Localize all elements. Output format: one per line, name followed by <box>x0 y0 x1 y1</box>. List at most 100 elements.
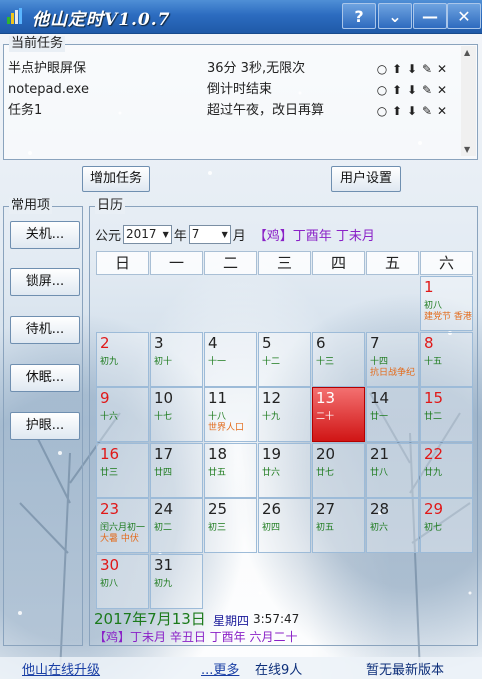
edit-pencil-icon[interactable]: ✎ <box>421 62 433 76</box>
calendar-day[interactable]: 20 廿七 <box>312 442 365 498</box>
calendar-day[interactable]: 7 十四 抗日战争纪 <box>366 331 419 387</box>
toggle-circle-icon[interactable]: ○ <box>376 104 388 118</box>
day-number: 22 <box>424 444 444 463</box>
user-settings-button[interactable]: 用户设置 <box>331 166 401 192</box>
calendar-day[interactable]: 28 初六 <box>366 498 419 553</box>
task-list-scrollbar[interactable]: ▲ ▼ <box>461 46 476 156</box>
task-row[interactable]: notepad.exe 倒计时结束 ○ ⬆ ⬇ ✎ ✕ <box>8 80 468 100</box>
add-task-button[interactable]: 增加任务 <box>82 166 150 192</box>
move-up-icon[interactable]: ⬆ <box>391 104 403 118</box>
clock: 3:57:47 <box>253 612 300 626</box>
calendar-day[interactable]: 12 十九 <box>258 387 311 442</box>
hibernate-button[interactable]: 休眠... <box>10 364 80 392</box>
day-number: 16 <box>100 444 120 463</box>
lunar-day: 初四 <box>262 523 281 533</box>
edit-pencil-icon[interactable]: ✎ <box>421 104 433 118</box>
task-status: 36分 3秒,无限次 <box>207 61 306 76</box>
lunar-day: 十六 <box>100 412 119 422</box>
day-number: 17 <box>154 444 174 463</box>
task-row[interactable]: 半点护眼屏保 36分 3秒,无限次 ○ ⬆ ⬇ ✎ ✕ <box>8 59 468 79</box>
calendar-day[interactable]: 16 廿三 <box>96 442 149 498</box>
minimize-button[interactable]: — <box>413 3 447 29</box>
day-number: 9 <box>100 389 110 407</box>
close-button[interactable]: ✕ <box>447 3 481 29</box>
delete-icon[interactable]: ✕ <box>436 62 448 76</box>
move-down-icon[interactable]: ⬇ <box>406 83 418 97</box>
calendar-day[interactable]: 4 十一 <box>204 331 257 387</box>
calendar-day-today[interactable]: 13 二十 <box>312 387 365 442</box>
move-down-icon[interactable]: ⬇ <box>406 62 418 76</box>
calendar-day[interactable]: 8 十五 <box>420 331 473 387</box>
day-number: 12 <box>262 389 282 407</box>
title-bar[interactable]: 他山定时V1.0.7 ? ⌄ — ✕ <box>0 0 482 34</box>
delete-icon[interactable]: ✕ <box>436 104 448 118</box>
weekday-header: 二 <box>204 251 257 275</box>
eye-care-button[interactable]: 护眼... <box>10 412 80 440</box>
current-tasks-group: 当前任务 半点护眼屏保 36分 3秒,无限次 ○ ⬆ ⬇ ✎ ✕ notepad.exe 倒计时… <box>3 36 478 160</box>
day-number: 5 <box>262 333 272 352</box>
day-number: 25 <box>208 500 228 518</box>
calendar-day[interactable]: 6 十三 <box>312 331 365 387</box>
calendar-day[interactable]: 15 廿二 <box>420 387 473 442</box>
calendar-day[interactable]: 17 廿四 <box>150 442 203 498</box>
day-number: 19 <box>262 444 282 463</box>
lunar-day: 二十 <box>316 412 335 422</box>
calendar-day[interactable]: 25 初三 <box>204 498 257 553</box>
calendar-day[interactable]: 24 初二 <box>150 498 203 553</box>
move-up-icon[interactable]: ⬆ <box>391 83 403 97</box>
month-suffix: 月 <box>232 229 246 244</box>
calendar-day[interactable]: 2 初九 <box>96 331 149 387</box>
move-up-icon[interactable]: ⬆ <box>391 62 403 76</box>
delete-icon[interactable]: ✕ <box>436 83 448 97</box>
calendar-day[interactable]: 22 廿九 <box>420 442 473 498</box>
weekday-header: 四 <box>312 251 365 275</box>
toggle-circle-icon[interactable]: ○ <box>376 83 388 97</box>
calendar-day[interactable]: 31 初九 <box>150 553 203 609</box>
calendar-day[interactable]: 26 初四 <box>258 498 311 553</box>
weekday-header: 日 <box>96 251 149 275</box>
calendar-day[interactable]: 10 十七 <box>150 387 203 442</box>
menu-dropdown-button[interactable]: ⌄ <box>378 3 412 29</box>
lunar-day: 十二 <box>262 356 281 367</box>
lock-screen-button[interactable]: 锁屏... <box>10 268 80 296</box>
calendar-day[interactable]: 29 初七 <box>420 498 473 553</box>
calendar-day[interactable]: 19 廿六 <box>258 442 311 498</box>
shutdown-button[interactable]: 关机... <box>10 221 80 249</box>
more-link[interactable]: ...更多 <box>201 659 239 678</box>
year-select[interactable]: 2017 ▼ <box>123 225 172 244</box>
move-down-icon[interactable]: ⬇ <box>406 104 418 118</box>
edit-pencil-icon[interactable]: ✎ <box>421 83 433 97</box>
standby-button[interactable]: 待机... <box>10 316 80 344</box>
lunar-day: 初九 <box>100 356 119 367</box>
calendar-day[interactable]: 27 初五 <box>312 498 365 553</box>
day-number: 2 <box>100 333 110 352</box>
common-items-label: 常用项 <box>9 198 53 214</box>
toggle-circle-icon[interactable]: ○ <box>376 62 388 76</box>
lunar-day: 廿五 <box>208 467 227 478</box>
task-row[interactable]: 任务1 超过午夜，改日再算 ○ ⬆ ⬇ ✎ ✕ <box>8 101 468 121</box>
day-number: 1 <box>424 278 434 296</box>
current-tasks-label: 当前任务 <box>9 36 66 52</box>
scroll-down-icon[interactable]: ▼ <box>464 145 470 154</box>
month-select[interactable]: 7 ▼ <box>188 225 231 244</box>
lunar-day: 初六 <box>370 523 389 533</box>
calendar-day[interactable]: 9 十六 <box>96 387 149 442</box>
calendar-day[interactable]: 11 十八 世界人口 <box>204 387 257 442</box>
calendar-day[interactable]: 1 初八 建党节 香港 <box>420 276 473 331</box>
calendar-day[interactable]: 30 初八 <box>96 553 149 609</box>
task-actions: ○ ⬆ ⬇ ✎ ✕ <box>376 59 448 79</box>
calendar-day[interactable]: 3 初十 <box>150 331 203 387</box>
calendar-day[interactable]: 21 廿八 <box>366 442 419 498</box>
calendar-day[interactable]: 14 廿一 <box>366 387 419 442</box>
day-number: 11 <box>208 389 228 407</box>
month-value: 7 <box>191 227 200 241</box>
calendar-day[interactable]: 5 十二 <box>258 331 311 387</box>
help-button[interactable]: ? <box>342 3 376 29</box>
day-number: 13 <box>316 389 336 407</box>
calendar-day[interactable]: 18 廿五 <box>204 442 257 498</box>
lunar-day: 廿八 <box>370 467 389 478</box>
online-upgrade-link[interactable]: 他山在线升级 <box>22 659 100 678</box>
weekday-header: 六 <box>420 251 473 275</box>
calendar-day[interactable]: 23 闰六月初一 大暑 中伏 <box>96 498 149 553</box>
scroll-up-icon[interactable]: ▲ <box>464 48 470 57</box>
